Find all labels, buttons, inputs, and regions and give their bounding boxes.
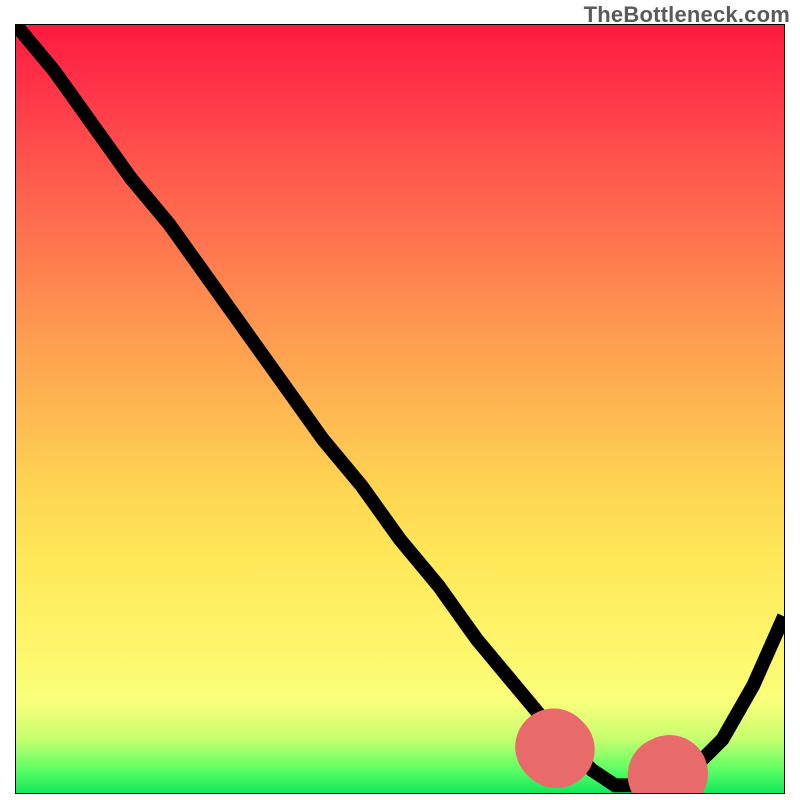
plot-area [15, 24, 785, 794]
watermark-text: TheBottleneck.com [584, 2, 790, 28]
chart-container: TheBottleneck.com [0, 0, 800, 800]
optimal-zone-dotted [554, 747, 708, 785]
curve-svg [16, 25, 784, 793]
main-curve-path [16, 25, 784, 785]
